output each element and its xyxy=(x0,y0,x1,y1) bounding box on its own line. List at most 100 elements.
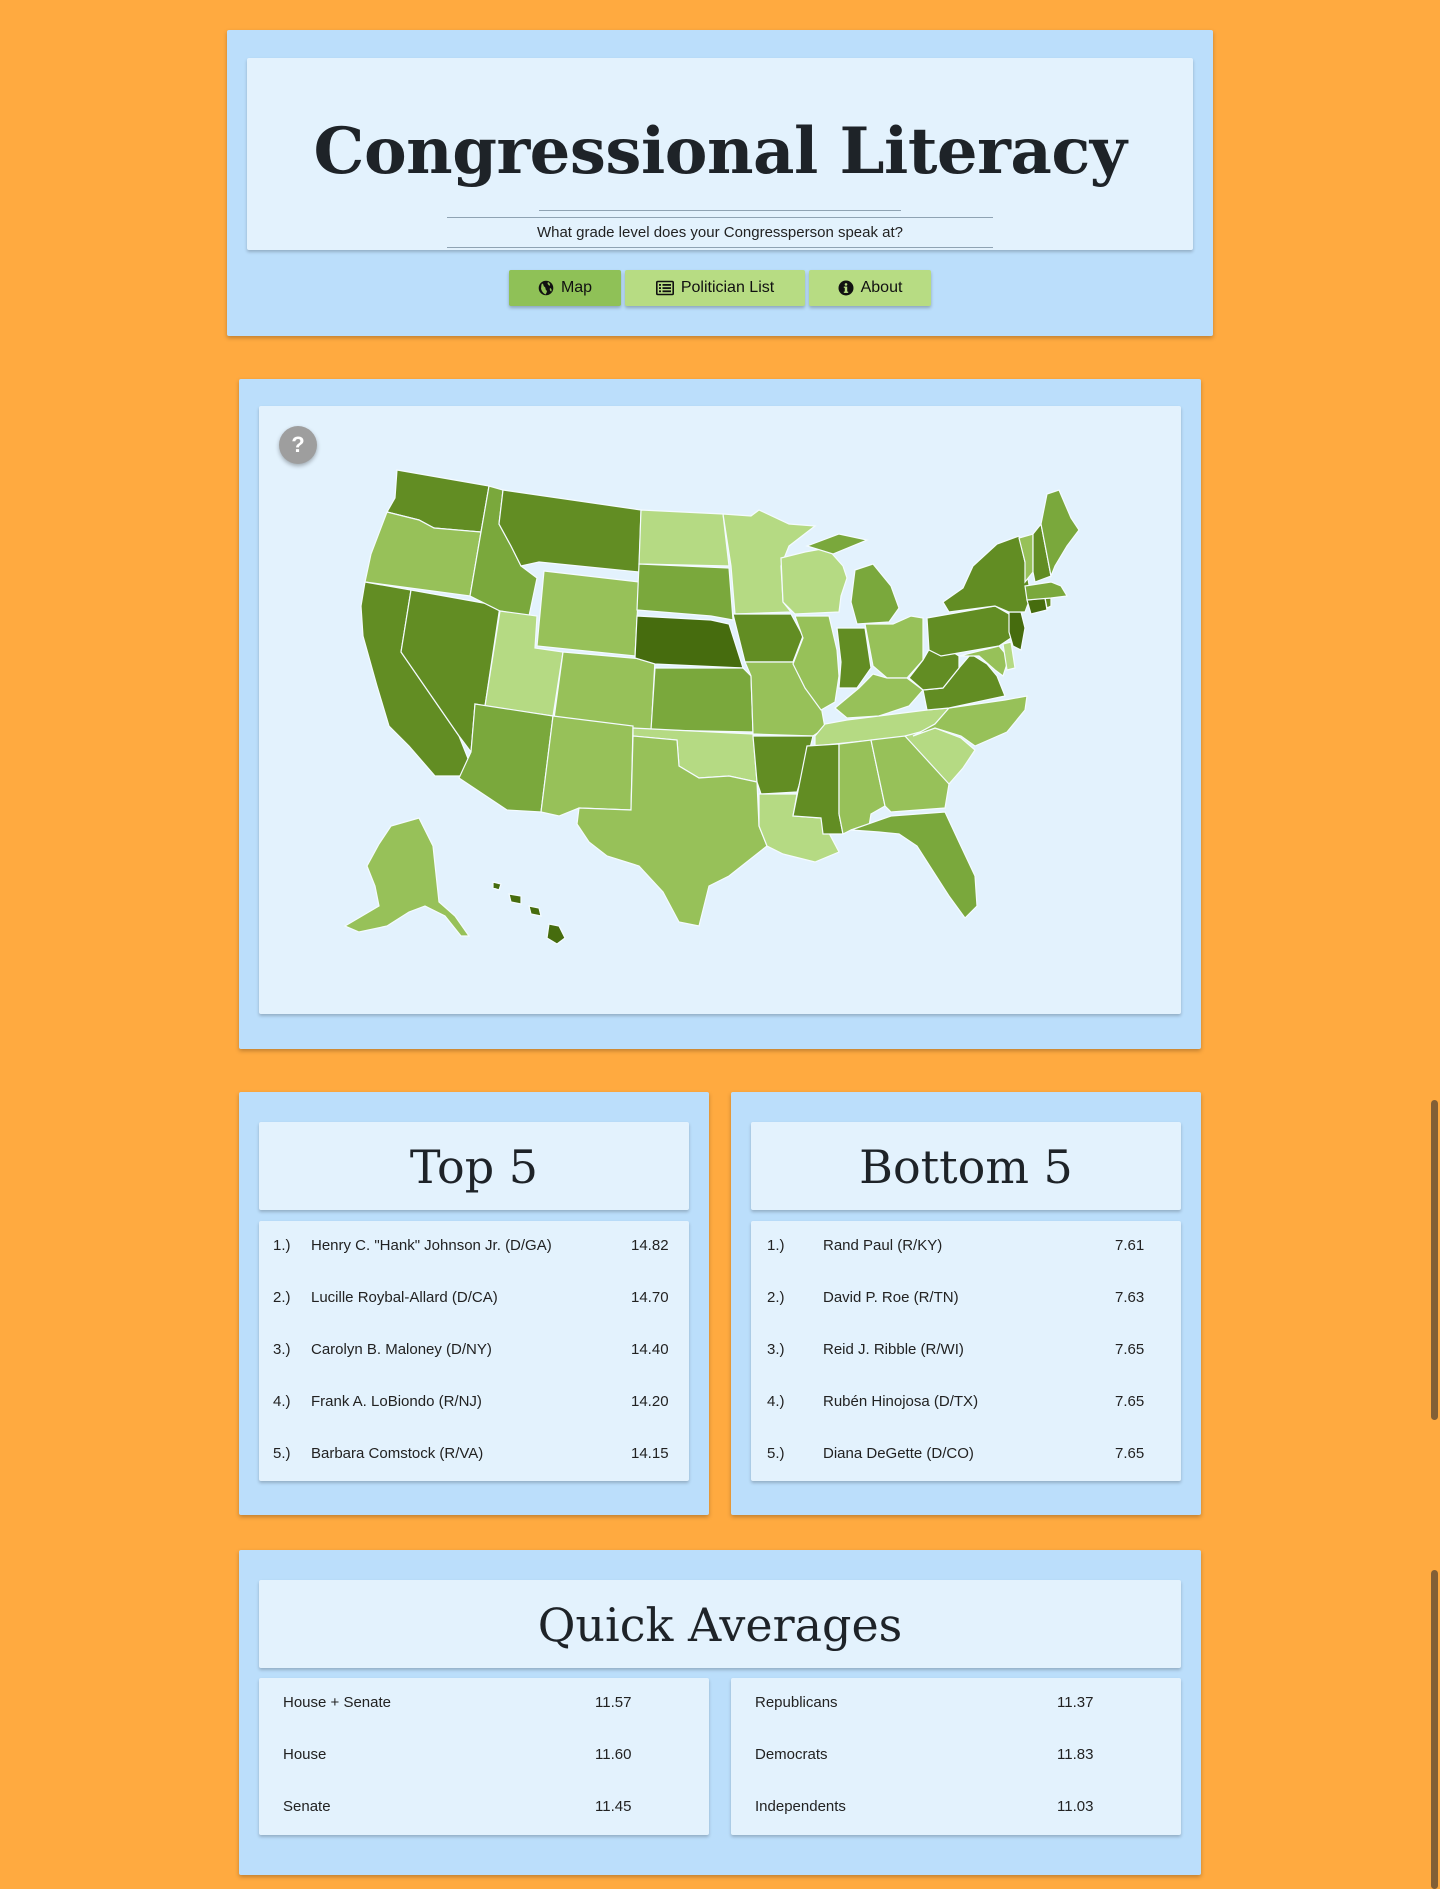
average-value: 11.57 xyxy=(595,1694,632,1711)
state-in[interactable] xyxy=(836,627,872,689)
rank-number: 5.) xyxy=(273,1445,291,1462)
politician-name: Diana DeGette (D/CO) xyxy=(823,1445,974,1462)
politician-name: Barbara Comstock (R/VA) xyxy=(311,1445,484,1462)
list-item: House 11.60 xyxy=(259,1730,709,1782)
state-ct[interactable] xyxy=(1026,597,1048,615)
average-value: 11.45 xyxy=(595,1798,632,1815)
list-item: Independents 11.03 xyxy=(731,1782,1181,1834)
state-ma[interactable] xyxy=(1024,581,1068,601)
grade-score: 14.15 xyxy=(631,1445,669,1462)
us-states-map xyxy=(343,469,1080,945)
state-az[interactable] xyxy=(458,703,554,813)
bottom5-card: Bottom 5 1.) Rand Paul (R/KY) 7.61 2.) D… xyxy=(731,1092,1201,1515)
info-icon xyxy=(838,280,854,296)
subtitle-rule-bottom-1 xyxy=(447,247,993,248)
top5-list: 1.) Henry C. "Hank" Johnson Jr. (D/GA) 1… xyxy=(259,1221,689,1481)
state-nm[interactable] xyxy=(540,715,634,817)
politician-name: David P. Roe (R/TN) xyxy=(823,1289,959,1306)
averages-party-panel: Republicans 11.37 Democrats 11.83 Indepe… xyxy=(731,1678,1181,1835)
list-item[interactable]: 1.) Henry C. "Hank" Johnson Jr. (D/GA) 1… xyxy=(259,1221,689,1273)
list-item[interactable]: 1.) Rand Paul (R/KY) 7.61 xyxy=(751,1221,1181,1273)
bottom5-title-panel: Bottom 5 xyxy=(751,1122,1181,1210)
average-label: Independents xyxy=(755,1798,846,1815)
list-item[interactable]: 5.) Barbara Comstock (R/VA) 14.15 xyxy=(259,1429,689,1481)
rank-number: 3.) xyxy=(767,1341,785,1358)
grade-score: 7.63 xyxy=(1115,1289,1145,1306)
nav-about-button[interactable]: About xyxy=(809,270,931,306)
nav-bar: Map Politician List About xyxy=(227,270,1213,306)
subtitle-rule-top-1 xyxy=(539,210,901,211)
state-oh[interactable] xyxy=(864,615,924,679)
average-value: 11.37 xyxy=(1057,1694,1094,1711)
grade-score: 14.82 xyxy=(631,1237,669,1254)
averages-title: Quick Averages xyxy=(537,1598,903,1652)
grade-score: 14.70 xyxy=(631,1289,669,1306)
rank-number: 1.) xyxy=(767,1237,785,1254)
state-ak[interactable] xyxy=(343,817,471,937)
scrollbar-thumb[interactable] xyxy=(1431,1100,1438,1420)
politician-name: Frank A. LoBiondo (R/NJ) xyxy=(311,1393,482,1410)
top5-card: Top 5 1.) Henry C. "Hank" Johnson Jr. (D… xyxy=(239,1092,709,1515)
title-panel: Congressional Literacy What grade level … xyxy=(247,58,1193,250)
averages-card: Quick Averages House + Senate 11.57 Hous… xyxy=(239,1550,1201,1875)
grade-score: 7.65 xyxy=(1115,1445,1145,1462)
list-item[interactable]: 2.) Lucille Roybal-Allard (D/CA) 14.70 xyxy=(259,1273,689,1325)
rank-number: 1.) xyxy=(273,1237,291,1254)
state-ny[interactable] xyxy=(942,535,1032,613)
rank-number: 3.) xyxy=(273,1341,291,1358)
state-sd[interactable] xyxy=(636,563,734,621)
averages-chamber-panel: House + Senate 11.57 House 11.60 Senate … xyxy=(259,1678,709,1835)
list-item[interactable]: 2.) David P. Roe (R/TN) 7.63 xyxy=(751,1273,1181,1325)
rank-number: 4.) xyxy=(767,1393,785,1410)
state-mt[interactable] xyxy=(498,489,642,573)
average-value: 11.83 xyxy=(1057,1746,1094,1763)
list-item: Senate 11.45 xyxy=(259,1782,709,1834)
nav-politician-list-button[interactable]: Politician List xyxy=(625,270,805,306)
state-wi[interactable] xyxy=(780,547,848,615)
politician-name: Carolyn B. Maloney (D/NY) xyxy=(311,1341,492,1358)
state-fl[interactable] xyxy=(850,811,978,919)
rank-number: 2.) xyxy=(767,1289,785,1306)
list-item[interactable]: 3.) Carolyn B. Maloney (D/NY) 14.40 xyxy=(259,1325,689,1377)
top5-title-panel: Top 5 xyxy=(259,1122,689,1210)
nav-map-button[interactable]: Map xyxy=(509,270,621,306)
politician-name: Lucille Roybal-Allard (D/CA) xyxy=(311,1289,498,1306)
scrollbar-thumb-secondary[interactable] xyxy=(1431,1570,1438,1889)
header-card: Congressional Literacy What grade level … xyxy=(227,30,1213,336)
grade-score: 7.65 xyxy=(1115,1393,1145,1410)
list-item[interactable]: 5.) Diana DeGette (D/CO) 7.65 xyxy=(751,1429,1181,1481)
state-ks[interactable] xyxy=(650,667,754,733)
bottom5-list: 1.) Rand Paul (R/KY) 7.61 2.) David P. R… xyxy=(751,1221,1181,1481)
map-card: ? xyxy=(239,379,1201,1049)
help-button[interactable]: ? xyxy=(279,426,317,464)
globe-icon xyxy=(538,280,554,296)
politician-name: Rand Paul (R/KY) xyxy=(823,1237,943,1254)
rank-number: 5.) xyxy=(767,1445,785,1462)
nav-map-label: Map xyxy=(560,279,593,296)
list-item[interactable]: 4.) Rubén Hinojosa (D/TX) 7.65 xyxy=(751,1377,1181,1429)
list-item: Democrats 11.83 xyxy=(731,1730,1181,1782)
list-item: House + Senate 11.57 xyxy=(259,1678,709,1730)
rank-number: 4.) xyxy=(273,1393,291,1410)
list-icon xyxy=(655,280,674,296)
average-value: 11.03 xyxy=(1057,1798,1094,1815)
state-wy[interactable] xyxy=(536,570,640,657)
grade-score: 7.65 xyxy=(1115,1341,1145,1358)
nav-politician-list-label: Politician List xyxy=(680,279,775,296)
politician-name: Rubén Hinojosa (D/TX) xyxy=(823,1393,979,1410)
politician-name: Henry C. "Hank" Johnson Jr. (D/GA) xyxy=(311,1237,552,1254)
average-label: Democrats xyxy=(755,1746,828,1763)
state-ne[interactable] xyxy=(634,615,744,669)
average-label: Senate xyxy=(283,1798,331,1815)
list-item[interactable]: 4.) Frank A. LoBiondo (R/NJ) 14.20 xyxy=(259,1377,689,1429)
list-item: Republicans 11.37 xyxy=(731,1678,1181,1730)
list-item[interactable]: 3.) Reid J. Ribble (R/WI) 7.65 xyxy=(751,1325,1181,1377)
grade-score: 7.61 xyxy=(1115,1237,1145,1254)
state-hi[interactable] xyxy=(492,881,566,945)
state-nd[interactable] xyxy=(638,509,730,567)
state-ia[interactable] xyxy=(732,613,804,663)
politician-name: Reid J. Ribble (R/WI) xyxy=(823,1341,964,1358)
top5-title: Top 5 xyxy=(409,1140,539,1194)
page-title: Congressional Literacy xyxy=(313,114,1127,189)
average-label: House + Senate xyxy=(283,1694,391,1711)
